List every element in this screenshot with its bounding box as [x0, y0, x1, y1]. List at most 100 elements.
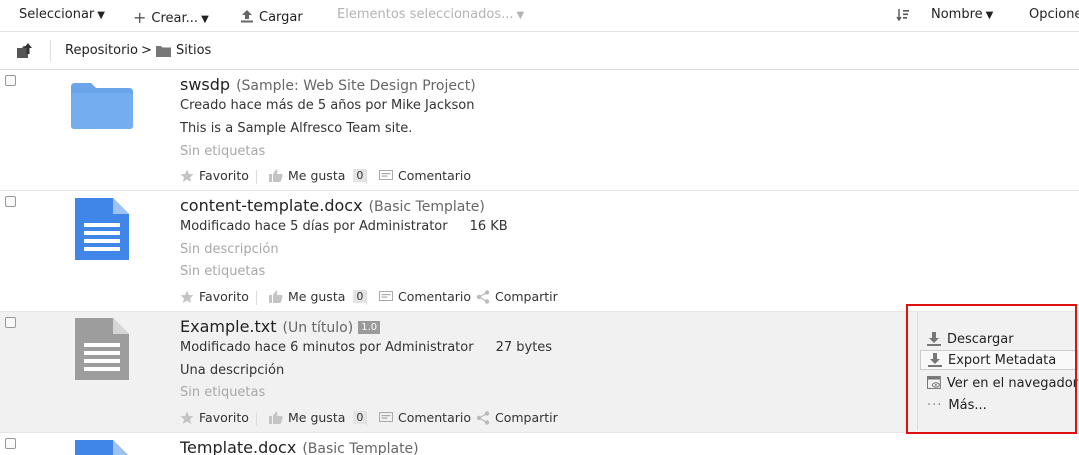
item-title: (Basic Template) [368, 199, 485, 215]
divider [256, 291, 257, 305]
sort-field-label: Nombre [931, 7, 983, 22]
item-description: Una descripción [180, 363, 285, 378]
row-checkbox[interactable] [5, 438, 16, 449]
options-menu[interactable]: Opcione [1029, 7, 1079, 22]
divider [366, 291, 367, 305]
breadcrumb: Repositorio > Sitios [0, 32, 1079, 70]
comment-icon [379, 411, 393, 422]
options-label: Opcione [1029, 7, 1079, 22]
item-tags[interactable]: Sin etiquetas [180, 385, 265, 400]
comment-action[interactable]: Comentario [379, 289, 471, 304]
star-icon [180, 169, 194, 182]
share-label: Compartir [495, 289, 558, 304]
favorite-action[interactable]: Favorito [180, 289, 249, 304]
folder-icon[interactable] [71, 83, 133, 129]
item-tags[interactable]: Sin etiquetas [180, 144, 265, 159]
item-description: This is a Sample Alfresco Team site. [180, 121, 413, 136]
row-checkbox[interactable] [5, 196, 16, 207]
folder-icon [156, 46, 171, 57]
chevron-down-icon: ▼ [97, 10, 105, 21]
comment-icon [379, 169, 393, 180]
share-label: Compartir [495, 410, 558, 425]
thumbs-up-icon [269, 290, 283, 303]
favorite-action[interactable]: Favorito [180, 410, 249, 425]
like-count: 0 [353, 169, 367, 182]
chevron-down-icon: ▼ [985, 10, 994, 21]
comment-label: Comentario [398, 168, 471, 183]
star-icon [180, 411, 194, 424]
comment-icon [379, 290, 393, 301]
document-icon[interactable] [75, 440, 129, 455]
text-file-icon[interactable] [75, 318, 129, 380]
breadcrumb-repository[interactable]: Repositorio [65, 43, 138, 58]
comment-action[interactable]: Comentario [379, 168, 471, 183]
favorite-action[interactable]: Favorito [180, 168, 249, 183]
favorite-label: Favorito [199, 168, 249, 183]
like-count: 0 [353, 411, 367, 424]
divider [366, 170, 367, 184]
sort-icon [896, 9, 909, 22]
like-action[interactable]: Me gusta 0 [269, 289, 367, 304]
item-size: 27 bytes [495, 340, 553, 355]
divider [256, 170, 257, 184]
share-icon [476, 289, 490, 304]
divider [366, 412, 367, 426]
create-menu[interactable]: + Crear... ▼ [133, 7, 209, 27]
share-action[interactable]: Compartir [476, 289, 558, 304]
item-name[interactable]: content-template.docx (Basic Template) [180, 196, 485, 215]
share-icon [476, 410, 490, 425]
comment-label: Comentario [398, 289, 471, 304]
item-meta: Modificado hace 5 días por Administrator… [180, 219, 508, 234]
toolbar: Seleccionar ▼ + Crear... ▼ Cargar Elementos… [0, 0, 1079, 32]
version-badge: 1.0 [358, 321, 381, 334]
thumbs-up-icon [269, 169, 283, 182]
item-title: (Basic Template) [302, 441, 419, 455]
row-checkbox[interactable] [5, 75, 16, 86]
upload-button[interactable]: Cargar [240, 7, 303, 25]
item-meta: Creado hace más de 5 años por Mike Jacks… [180, 98, 475, 113]
share-action[interactable]: Compartir [476, 410, 558, 425]
item-name[interactable]: swsdp (Sample: Web Site Design Project) [180, 75, 476, 94]
like-action[interactable]: Me gusta 0 [269, 410, 367, 425]
breadcrumb-current: Sitios [176, 43, 212, 58]
item-name-link[interactable]: content-template.docx [180, 196, 363, 215]
like-label: Me gusta [288, 168, 346, 183]
create-menu-label: Crear... [151, 11, 199, 26]
select-menu-label: Seleccionar [19, 7, 95, 22]
like-label: Me gusta [288, 410, 346, 425]
item-modified: Modificado hace 6 minutos por Administra… [180, 340, 474, 355]
item-name[interactable]: Example.txt (Un título) 1.0 [180, 317, 381, 336]
item-name[interactable]: Template.docx (Basic Template) [180, 438, 419, 455]
sort-field-menu[interactable]: Nombre ▼ [931, 7, 993, 22]
comment-action[interactable]: Comentario [379, 410, 471, 425]
sort-direction-button[interactable] [896, 8, 910, 26]
document-icon[interactable] [75, 198, 129, 260]
list-item: Template.docx (Basic Template) [0, 433, 1079, 455]
item-tags[interactable]: Sin etiquetas [180, 264, 265, 279]
actions-menu-highlight [906, 304, 1077, 434]
chevron-down-icon: ▼ [516, 10, 525, 21]
upload-label: Cargar [259, 10, 303, 25]
item-title: (Un título) [282, 320, 354, 336]
breadcrumb-separator: > [141, 43, 152, 58]
selected-items-label: Elementos seleccionados... [337, 7, 514, 22]
select-menu[interactable]: Seleccionar ▼ [19, 7, 105, 22]
chevron-down-icon: ▼ [201, 14, 209, 25]
item-name-link[interactable]: Example.txt [180, 317, 277, 336]
folder-up-icon[interactable] [17, 43, 35, 59]
star-icon [180, 290, 194, 303]
item-modified: Modificado hace 5 días por Administrator [180, 219, 448, 234]
like-label: Me gusta [288, 289, 346, 304]
comment-label: Comentario [398, 410, 471, 425]
item-name-link[interactable]: swsdp [180, 75, 230, 94]
selected-items-menu[interactable]: Elementos seleccionados... ▼ [337, 7, 524, 22]
favorite-label: Favorito [199, 410, 249, 425]
like-action[interactable]: Me gusta 0 [269, 168, 367, 183]
item-size: 16 KB [469, 219, 508, 234]
item-description: Sin descripción [180, 242, 279, 257]
upload-icon [241, 10, 253, 23]
plus-icon: + [133, 8, 147, 27]
item-name-link[interactable]: Template.docx [180, 438, 296, 455]
list-item: swsdp (Sample: Web Site Design Project) C… [0, 70, 1079, 191]
row-checkbox[interactable] [5, 317, 16, 328]
